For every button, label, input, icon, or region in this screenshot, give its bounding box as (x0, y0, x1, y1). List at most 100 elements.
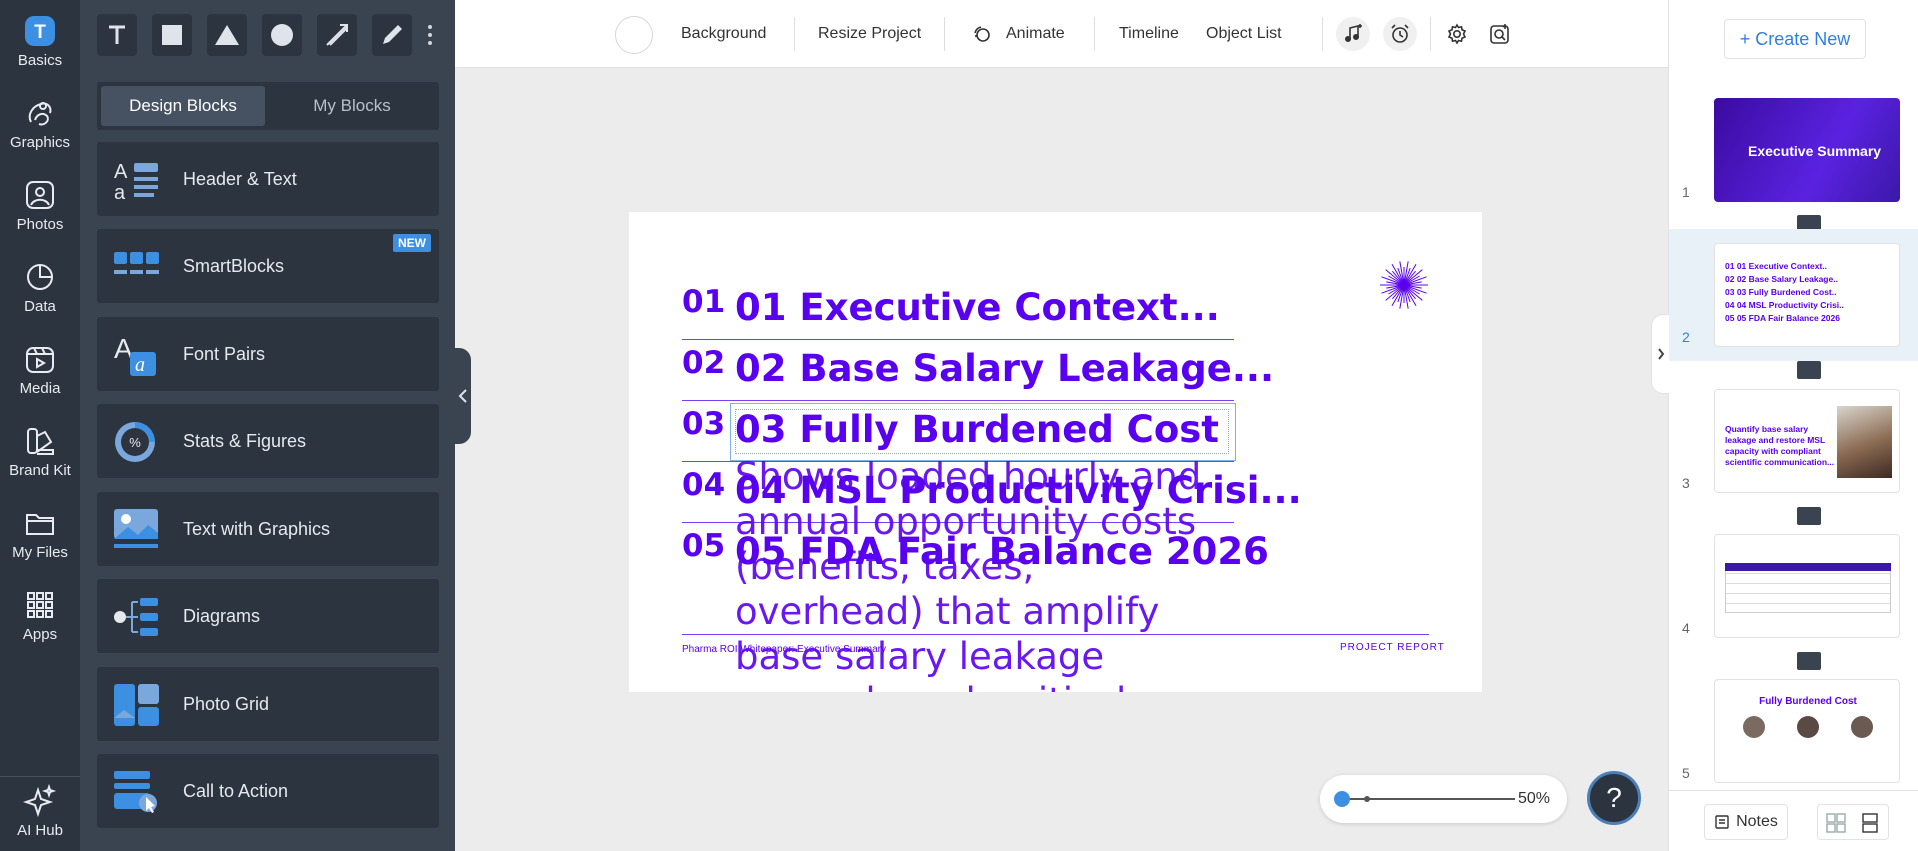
page-number: 4 (1682, 620, 1690, 636)
rail-label: Apps (22, 626, 58, 643)
pages-footer-divider (1669, 790, 1918, 791)
chevron-right-icon (1657, 348, 1664, 360)
animate-button[interactable]: Animate (972, 0, 1065, 68)
block-font-pairs[interactable]: Aa Font Pairs (97, 317, 439, 391)
block-text-with-graphics[interactable]: Text with Graphics (97, 492, 439, 566)
zoom-control: 50% (1320, 775, 1567, 823)
thumbnail-avatar (1797, 716, 1819, 738)
rail-item-data[interactable]: Data (0, 260, 80, 315)
block-label: SmartBlocks (183, 255, 285, 276)
collapse-pages-button[interactable] (1651, 314, 1669, 394)
toolbar-divider (794, 17, 795, 51)
block-label: Diagrams (183, 605, 261, 626)
zoom-level[interactable]: 50% (1518, 775, 1550, 823)
animate-label: Animate (1006, 25, 1065, 42)
rail-label: Basics (17, 52, 63, 69)
row-title[interactable]: 01 Executive Context... (735, 286, 1220, 329)
animate-icon (974, 26, 990, 42)
row-number[interactable]: 02 (682, 345, 725, 381)
add-music-button[interactable] (1336, 17, 1370, 51)
row-number[interactable]: 05 (682, 528, 725, 564)
svg-text:a: a (135, 354, 145, 376)
left-rail: T Basics Graphics Photos Data Media Bran… (0, 0, 80, 851)
search-replace-button[interactable] (1485, 19, 1515, 49)
rail-item-media[interactable]: Media (0, 342, 80, 397)
slide-canvas[interactable]: 01 01 Executive Context... 02 02 Base Sa… (629, 212, 1482, 692)
thumbnail-line: 03 03 Fully Burdened Cost.. (1725, 287, 1837, 297)
description-text[interactable]: Shows loaded hourly and annual opportuni… (735, 454, 1225, 692)
timeline-button[interactable]: Timeline (1119, 0, 1179, 68)
grid-view-button[interactable] (1826, 813, 1846, 833)
rail-item-apps[interactable]: Apps (0, 588, 80, 643)
grid-view-icon (1826, 813, 1846, 833)
page-number: 5 (1682, 765, 1690, 781)
header-text-icon: Aa (114, 161, 158, 201)
line-tool[interactable] (317, 14, 357, 56)
rail-item-basics[interactable]: T Basics (0, 14, 80, 69)
rectangle-tool[interactable] (152, 14, 192, 56)
thumbnail-avatar (1851, 716, 1873, 738)
alarm-clock-icon (1391, 24, 1409, 43)
row-title[interactable]: 02 Base Salary Leakage... (735, 347, 1274, 390)
block-smartblocks[interactable]: SmartBlocks NEW (97, 229, 439, 303)
settings-button[interactable] (1442, 19, 1472, 49)
pen-tool[interactable] (372, 14, 412, 56)
zoom-tick (1364, 796, 1370, 802)
background-color-swatch[interactable] (615, 16, 653, 54)
text-tool[interactable] (97, 14, 137, 56)
notes-button[interactable]: Notes (1704, 804, 1788, 840)
help-button[interactable]: ? (1587, 771, 1641, 825)
page-thumbnail-2[interactable]: 2 01 01 Executive Context.. 02 02 Base S… (1669, 229, 1918, 361)
text-tool-icon (109, 25, 125, 44)
thumbnail-line: 04 04 MSL Productivity Crisi.. (1725, 300, 1844, 310)
timing-button[interactable] (1383, 17, 1417, 51)
footer-right-text[interactable]: PROJECT REPORT (1340, 642, 1445, 653)
resize-project-button[interactable]: Resize Project (818, 0, 921, 68)
triangle-icon (215, 25, 239, 45)
block-diagrams[interactable]: Diagrams (97, 579, 439, 653)
block-label: Header & Text (183, 168, 297, 189)
list-view-button[interactable] (1860, 813, 1880, 833)
background-button[interactable]: Background (681, 0, 766, 68)
transition-button[interactable] (1797, 507, 1821, 525)
collapse-panel-button[interactable] (455, 348, 471, 444)
transition-button[interactable] (1797, 361, 1821, 379)
create-new-button[interactable]: + Create New (1724, 19, 1866, 59)
call-to-action-icon (114, 771, 157, 813)
tab-my-blocks[interactable]: My Blocks (269, 86, 435, 126)
page-number: 1 (1682, 184, 1690, 200)
row-number[interactable]: 04 (682, 467, 725, 503)
rail-label: Data (24, 298, 56, 315)
block-stats-figures[interactable]: % Stats & Figures (97, 404, 439, 478)
rail-item-photos[interactable]: Photos (0, 178, 80, 233)
circle-tool[interactable] (262, 14, 302, 56)
new-badge: NEW (393, 234, 431, 252)
transition-button[interactable] (1797, 652, 1821, 670)
rail-item-ai-hub[interactable]: AI Hub (0, 784, 80, 839)
triangle-tool[interactable] (207, 14, 247, 56)
footer-left-text[interactable]: Pharma ROI Whitepaper: Executive Summary (682, 644, 886, 655)
notes-label: Notes (1736, 813, 1778, 830)
tab-design-blocks[interactable]: Design Blocks (101, 86, 265, 126)
circle-icon (271, 24, 293, 46)
row-number[interactable]: 01 (682, 284, 725, 320)
thumbnail-photo (1837, 406, 1892, 478)
block-label: Call to Action (183, 780, 289, 801)
block-header-text[interactable]: Aa Header & Text (97, 142, 439, 216)
rail-item-graphics[interactable]: Graphics (0, 96, 80, 151)
pages-panel: + Create New 1 Executive Summary 2 01 01… (1651, 0, 1918, 851)
gear-icon (1447, 23, 1467, 45)
zoom-handle[interactable] (1334, 791, 1350, 807)
block-label: Font Pairs (183, 343, 266, 364)
more-tools-button[interactable] (423, 14, 437, 56)
object-list-button[interactable]: Object List (1206, 0, 1282, 68)
apps-icon (27, 592, 53, 618)
thumbnail-image: Fully Burdened Cost (1714, 679, 1900, 783)
row-number[interactable]: 03 (682, 406, 725, 442)
panel-tabs: Design Blocks My Blocks (97, 82, 439, 130)
rail-item-my-files[interactable]: My Files (0, 506, 80, 561)
block-call-to-action[interactable]: Call to Action (97, 754, 439, 828)
diagrams-icon (114, 598, 158, 636)
rail-item-brand-kit[interactable]: Brand Kit (0, 424, 80, 479)
block-photo-grid[interactable]: Photo Grid (97, 667, 439, 741)
